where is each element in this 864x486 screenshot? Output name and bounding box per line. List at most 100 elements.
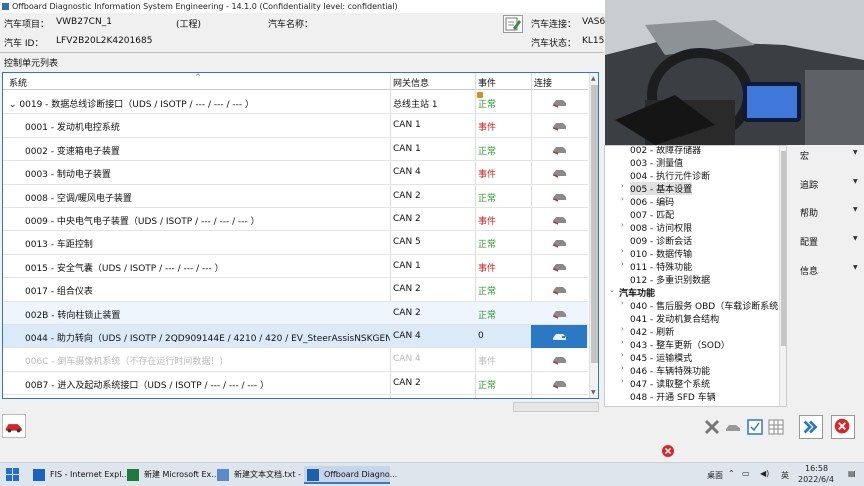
tree-item[interactable]: › 043 - 整车更新（SOD） bbox=[605, 338, 777, 351]
network-icon[interactable]: ▭ bbox=[742, 469, 750, 478]
scroll-up-icon[interactable]: ▲ bbox=[591, 75, 596, 82]
ime-indicator[interactable]: 英 bbox=[781, 470, 789, 481]
column-header-link[interactable]: 连接 bbox=[534, 76, 552, 89]
table-row[interactable]: 0003 - 制动电子装置 CAN 4 事件 bbox=[3, 161, 588, 185]
tree-item[interactable]: › 006 - 编码 bbox=[605, 195, 777, 208]
tree-item[interactable]: › 046 - 车辆特殊功能 bbox=[605, 364, 777, 377]
tree-item-label: 041 - 发动机复合结构 bbox=[630, 315, 720, 325]
side-menu-item[interactable]: 配置 ▼ bbox=[795, 231, 861, 251]
table-row[interactable]: 0008 - 空调/暖风电子装置 CAN 2 正常 bbox=[3, 185, 588, 208]
column-header-gateway[interactable]: 网关信息 bbox=[393, 76, 429, 89]
tree-item[interactable]: 012 - 多重识别数据 bbox=[605, 273, 777, 286]
tree-item[interactable]: 048 - 开通 SFD 车辆 bbox=[605, 390, 777, 403]
link-cell[interactable] bbox=[531, 348, 587, 371]
taskbar-app-button[interactable]: 新建 Microsoft Ex... bbox=[124, 466, 219, 484]
table-row[interactable]: 0017 - 组合仪表 CAN 2 正常 bbox=[3, 278, 588, 302]
side-menu-item[interactable]: 宏 ▼ bbox=[795, 145, 861, 165]
link-cell[interactable] bbox=[531, 161, 587, 184]
link-cell[interactable] bbox=[531, 231, 587, 254]
close-session-button[interactable] bbox=[661, 444, 675, 458]
vehicle-button[interactable] bbox=[2, 414, 26, 438]
tree-scrollbar-thumb[interactable] bbox=[781, 151, 786, 346]
tree-item[interactable]: › 040 - 售后服务 OBD（车载诊断系统 bbox=[605, 299, 778, 312]
side-menu-item[interactable]: 追踪 ▼ bbox=[795, 174, 861, 194]
tree-item[interactable]: 002 - 故障存储器 bbox=[605, 146, 777, 156]
table-row[interactable]: 00B7 - 进入及起动系统接口（UDS / ISOTP / --- / ---… bbox=[3, 372, 588, 396]
taskbar-app-button[interactable]: Offboard Diagno... bbox=[304, 466, 397, 484]
link-cell[interactable] bbox=[531, 208, 587, 231]
taskbar-app-button[interactable]: 新建文本文档.txt - ... bbox=[214, 466, 311, 484]
side-menu-item[interactable]: 信息 ▼ bbox=[795, 260, 861, 280]
table-horizontal-scrollbar[interactable] bbox=[513, 402, 599, 412]
vehicle-tool-button[interactable] bbox=[724, 418, 742, 436]
table-view-button[interactable] bbox=[767, 418, 785, 436]
tree-item[interactable]: › 008 - 访问权限 bbox=[605, 221, 777, 234]
tree-item[interactable]: › 011 - 特殊功能 bbox=[605, 260, 777, 273]
expand-chevron-icon[interactable]: › bbox=[621, 247, 624, 255]
event-cell: 事件 bbox=[478, 357, 497, 368]
tree-item-label: 045 - 运输模式 bbox=[630, 354, 693, 364]
desktop-toolbar-label[interactable]: 桌面 bbox=[707, 470, 723, 481]
scrollbar-thumb[interactable] bbox=[591, 85, 598, 363]
table-row[interactable]: 002B - 转向柱锁止装置 CAN 2 正常 bbox=[3, 301, 588, 325]
tree-group[interactable]: ⌄ 汽车功能 bbox=[605, 286, 777, 299]
forward-button[interactable] bbox=[799, 415, 823, 439]
table-row[interactable]: ⌄ 0019 - 数据总线诊断接口（UDS / ISOTP / --- / --… bbox=[3, 91, 588, 115]
checklist-button[interactable] bbox=[746, 418, 764, 436]
tree-item[interactable]: › 045 - 运输模式 bbox=[605, 351, 777, 364]
tree-item[interactable]: 007 - 匹配 bbox=[605, 208, 777, 221]
table-row[interactable]: 0015 - 安全气囊（UDS / ISOTP / --- / --- / --… bbox=[3, 255, 588, 279]
tree-scrollbar[interactable] bbox=[779, 146, 786, 406]
tree-item[interactable]: › 005 - 基本设置 bbox=[605, 182, 777, 195]
table-row[interactable]: 0009 - 中央电气电子装置（UDS / ISOTP / --- / --- … bbox=[3, 208, 588, 232]
expand-chevron-icon[interactable]: › bbox=[621, 351, 624, 359]
link-cell[interactable] bbox=[531, 138, 587, 161]
tree-item[interactable]: 003 - 测量值 bbox=[605, 156, 777, 169]
notification-icon[interactable]: ▤ bbox=[848, 469, 856, 478]
link-cell[interactable] bbox=[531, 372, 587, 395]
volume-icon[interactable]: ◀) bbox=[760, 469, 769, 478]
column-header-system[interactable]: 系统 bbox=[9, 76, 27, 89]
expand-chevron-icon[interactable]: ⌄ bbox=[609, 286, 615, 294]
table-row[interactable]: 0001 - 发动机电控系统 CAN 1 事件 bbox=[3, 114, 588, 138]
link-cell[interactable] bbox=[531, 255, 587, 278]
side-menu-item[interactable]: 帮助 ▼ bbox=[795, 202, 861, 222]
link-cell[interactable] bbox=[531, 302, 587, 325]
edit-vehicle-button[interactable] bbox=[503, 15, 523, 33]
table-row[interactable]: 006C - 倒车摄像机系统（不存在运行时间数据！） CAN 4 事件 bbox=[3, 348, 588, 372]
table-row[interactable]: 0013 - 车距控制 CAN 5 正常 bbox=[3, 231, 588, 255]
tree-item[interactable]: 009 - 诊断会话 bbox=[605, 234, 777, 247]
tree-item[interactable]: 041 - 发动机复合结构 bbox=[605, 312, 777, 325]
tree-item[interactable]: 004 - 执行元件诊断 bbox=[605, 169, 777, 182]
expand-chevron-icon[interactable]: › bbox=[621, 195, 624, 203]
link-cell[interactable] bbox=[531, 91, 587, 114]
expand-chevron-icon[interactable]: › bbox=[621, 325, 624, 333]
expand-chevron-icon[interactable]: › bbox=[621, 221, 624, 229]
link-cell[interactable] bbox=[531, 185, 587, 208]
table-row[interactable]: 0002 - 变速箱电子装置 CAN 1 正常 bbox=[3, 138, 588, 162]
link-cell[interactable] bbox=[531, 114, 587, 137]
exit-button[interactable] bbox=[831, 415, 855, 439]
taskbar-app-button[interactable]: FIS - Internet Expl... bbox=[30, 466, 129, 484]
clock-time[interactable]: 16:58 bbox=[805, 464, 828, 473]
clock-date[interactable]: 2022/6/4 bbox=[798, 475, 834, 484]
expand-chevron-icon[interactable]: › bbox=[621, 299, 624, 307]
tree-item[interactable]: › 042 - 刷新 bbox=[605, 325, 777, 338]
table-vertical-scrollbar[interactable]: ▲ ▼ bbox=[589, 73, 598, 398]
scroll-down-icon[interactable]: ▼ bbox=[591, 389, 596, 396]
tree-item[interactable]: › 010 - 数据传输 bbox=[605, 247, 777, 260]
link-cell[interactable] bbox=[531, 325, 587, 348]
link-cell[interactable] bbox=[531, 278, 587, 301]
tree-item-label: 002 - 故障存储器 bbox=[630, 146, 702, 156]
tray-chevron-icon[interactable]: ⌃ bbox=[728, 469, 735, 478]
column-header-event[interactable]: 事件 bbox=[478, 76, 496, 89]
expand-chevron-icon[interactable]: › bbox=[621, 364, 624, 372]
disconnect-tool-button[interactable] bbox=[703, 418, 721, 436]
table-row[interactable]: 0044 - 助力转向（UDS / ISOTP / 2QD909144E / 4… bbox=[3, 325, 588, 349]
expand-chevron-icon[interactable]: › bbox=[621, 377, 624, 385]
expand-chevron-icon[interactable]: › bbox=[621, 338, 624, 346]
start-button[interactable] bbox=[6, 468, 20, 485]
tree-item[interactable]: › 047 - 读取整个系统 bbox=[605, 377, 777, 390]
expand-chevron-icon[interactable]: › bbox=[621, 182, 624, 190]
expand-chevron-icon[interactable]: › bbox=[621, 260, 624, 268]
